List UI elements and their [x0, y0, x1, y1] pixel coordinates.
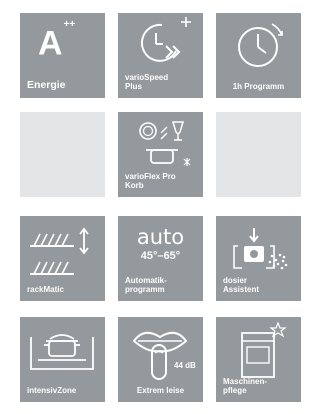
energy-rating-icon: A++	[38, 19, 76, 63]
tile-dosier-label: dosier Assistent	[223, 276, 260, 294]
tile-dosier[interactable]: dosier Assistent	[216, 216, 301, 301]
feature-grid: A++ Energie varioSpeed Plus 1h Programm	[0, 0, 321, 414]
tile-automatik[interactable]: auto 45°–65° Automatik- programm	[118, 216, 203, 301]
tile-vario-speed[interactable]: varioSpeed Plus	[118, 13, 203, 98]
empty-tile	[216, 112, 301, 197]
tile-maschinen-pflege[interactable]: Maschinen- pflege	[216, 317, 301, 402]
tile-one-hour-label: 1h Programm	[232, 82, 285, 91]
noise-level-value: 44 dB	[174, 361, 196, 370]
tile-extrem-leise[interactable]: 44 dB Extrem leise	[118, 317, 203, 402]
tile-rack-matic[interactable]: rackMatic	[20, 216, 105, 301]
tile-energie[interactable]: A++ Energie	[20, 13, 105, 98]
tile-vario-speed-label: varioSpeed Plus	[125, 73, 169, 91]
tile-intensiv-zone-label: intensivZone	[27, 386, 77, 395]
auto-program-icon: auto	[136, 225, 185, 249]
tile-energie-label: Energie	[27, 79, 66, 91]
tile-automatik-label: Automatik- programm	[125, 276, 167, 294]
tile-vario-flex[interactable]: varioFlex Pro Korb	[118, 112, 203, 197]
tile-extrem-leise-label: Extrem leise	[136, 386, 185, 395]
empty-tile	[20, 112, 105, 197]
tile-maschinen-pflege-label: Maschinen- pflege	[223, 377, 268, 395]
tile-rack-matic-label: rackMatic	[27, 285, 64, 294]
tile-intensiv-zone[interactable]: intensivZone	[20, 317, 105, 402]
temperature-range: 45°–65°	[140, 250, 181, 262]
tile-vario-flex-label: varioFlex Pro Korb	[125, 172, 176, 190]
tile-one-hour[interactable]: 1h Programm	[216, 13, 301, 98]
